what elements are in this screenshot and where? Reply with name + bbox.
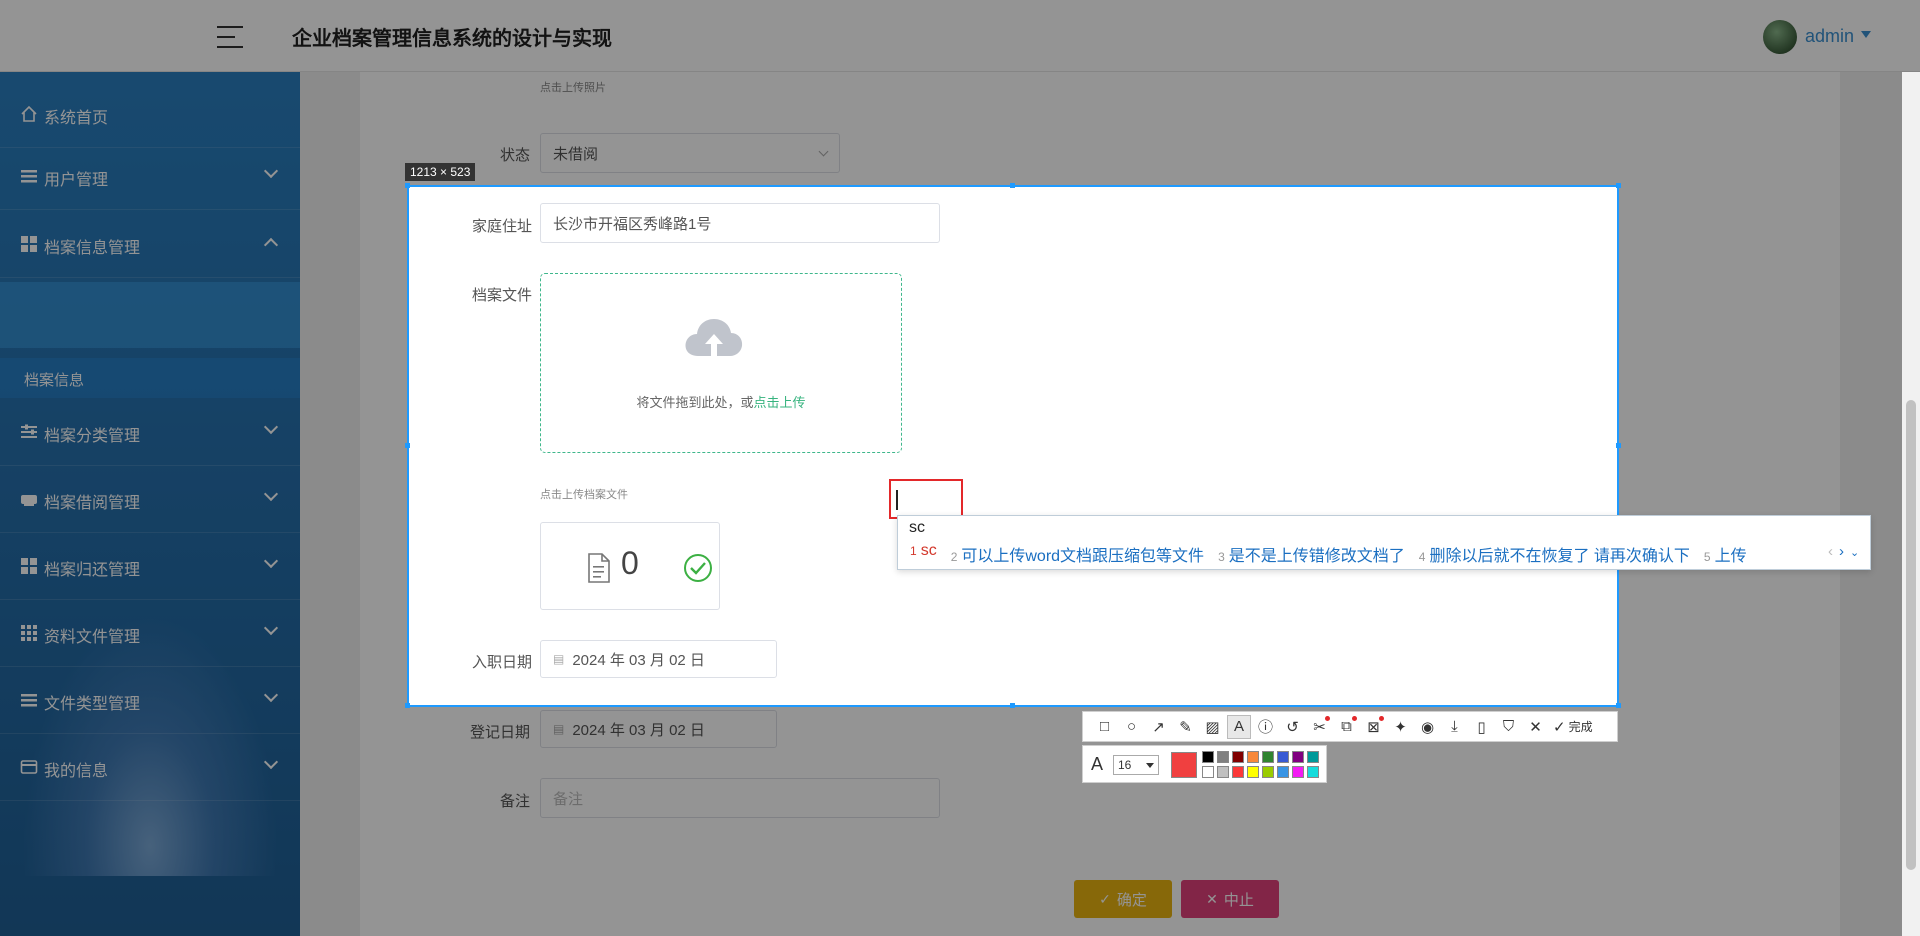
cloud-upload-icon <box>685 319 743 356</box>
scrollbar-thumb[interactable] <box>1906 400 1916 870</box>
color-swatch[interactable] <box>1262 766 1274 778</box>
color-swatch[interactable] <box>1277 751 1289 763</box>
close-icon[interactable]: ✕ <box>1522 711 1549 742</box>
resize-handle[interactable] <box>1616 183 1621 188</box>
caret-down-icon <box>1146 763 1154 768</box>
ime-candidate[interactable]: 5 上传 <box>1704 542 1747 566</box>
chevron-right-icon[interactable]: › <box>1839 543 1850 560</box>
join-date-label: 入职日期 <box>471 654 532 671</box>
address-label: 家庭住址 <box>471 218 532 235</box>
chevron-left-icon[interactable]: ‹ <box>1828 543 1839 560</box>
capture-region[interactable]: 家庭住址 长沙市开福区秀峰路1号 档案文件 将文件拖到此处，或点击上传 点击上传… <box>407 185 1619 707</box>
file-drop-zone[interactable]: 将文件拖到此处，或点击上传 <box>540 273 902 453</box>
color-swatch[interactable] <box>1307 766 1319 778</box>
resize-handle[interactable] <box>1616 443 1621 448</box>
join-date-input[interactable]: ▤ 2024 年 03 月 02 日 <box>540 640 777 678</box>
screenshot-toolbar: □ ○ ↗ ✎ ▨ A ⓘ ↺ ✂ ⧉ ⊠ ✦ ◉ ⤓ ▯ ⛉ ✕ ✓ 完成 <box>1082 711 1618 742</box>
color-swatch[interactable] <box>1202 766 1214 778</box>
color-swatch[interactable] <box>1232 766 1244 778</box>
chevron-down-icon[interactable]: ⌄ <box>1850 547 1865 559</box>
done-button[interactable]: ✓ 完成 <box>1553 718 1593 736</box>
color-swatch[interactable] <box>1292 766 1304 778</box>
ime-candidate[interactable]: 1 sc <box>910 542 937 566</box>
color-swatch[interactable] <box>1217 751 1229 763</box>
archive-upload-hint: 点击上传档案文件 <box>540 489 628 501</box>
ime-candidate[interactable]: 4 删除以后就不在恢复了 请再次确认下 <box>1419 542 1690 566</box>
ime-composition: sc <box>909 519 925 536</box>
calendar-icon: ▤ <box>553 652 565 666</box>
capture-size-label: 1213 × 523 <box>405 163 476 181</box>
text-caret <box>896 490 898 510</box>
file-count: 0 <box>621 545 639 581</box>
file-icon <box>588 553 610 583</box>
font-icon: A <box>1091 754 1104 774</box>
font-size-select[interactable]: 16 <box>1113 755 1159 775</box>
bookmark-icon[interactable]: ⛉ <box>1495 711 1522 742</box>
arrow-tool-icon[interactable]: ↗ <box>1145 711 1172 742</box>
number-tool-icon[interactable]: ⓘ <box>1252 711 1279 742</box>
resize-handle[interactable] <box>1616 703 1621 708</box>
text-style-toolbar: A 16 <box>1082 745 1327 783</box>
color-swatch[interactable] <box>1217 766 1229 778</box>
upload-link[interactable]: 点击上传 <box>754 395 806 410</box>
address-input[interactable]: 长沙市开福区秀峰路1号 <box>540 203 940 243</box>
color-swatch[interactable] <box>1262 751 1274 763</box>
font-size-value: 16 <box>1118 758 1132 772</box>
upload-instruction: 将文件拖到此处，或点击上传 <box>636 395 806 410</box>
ime-candidate[interactable]: 3 是不是上传错修改文档了 <box>1218 542 1405 566</box>
check-icon: ✓ <box>1553 718 1566 736</box>
pin-icon[interactable]: ✦ <box>1387 711 1414 742</box>
pen-tool-icon[interactable]: ✎ <box>1172 711 1199 742</box>
check-circle-icon <box>684 554 712 582</box>
color-swatch[interactable] <box>1232 751 1244 763</box>
undo-icon[interactable]: ↺ <box>1279 711 1306 742</box>
ocr-icon[interactable]: ⊠ <box>1360 711 1387 742</box>
archive-file-label: 档案文件 <box>471 287 532 304</box>
color-swatch[interactable] <box>1277 766 1289 778</box>
ime-page-nav[interactable]: ‹›⌄ <box>1828 543 1865 560</box>
ime-candidate-list: 1 sc 2 可以上传word文档跟压缩包等文件 3 是不是上传错修改文档了 4 删除以… <box>910 542 1761 566</box>
mosaic-tool-icon[interactable]: ▨ <box>1199 711 1226 742</box>
text-tool-icon[interactable]: A <box>1227 714 1251 739</box>
join-date-value: 2024 年 03 月 02 日 <box>572 651 705 669</box>
resize-handle[interactable] <box>405 443 410 448</box>
resize-handle[interactable] <box>405 703 410 708</box>
current-color-swatch[interactable] <box>1171 752 1197 778</box>
record-icon[interactable]: ◉ <box>1414 711 1441 742</box>
color-swatch[interactable] <box>1247 751 1259 763</box>
download-icon[interactable]: ⤓ <box>1441 711 1468 742</box>
done-button-label: 完成 <box>1568 720 1593 734</box>
ime-candidate[interactable]: 2 可以上传word文档跟压缩包等文件 <box>951 542 1204 566</box>
color-swatch[interactable] <box>1247 766 1259 778</box>
color-swatch[interactable] <box>1307 751 1319 763</box>
crop-tool-icon[interactable]: ✂ <box>1306 711 1333 742</box>
address-value: 长沙市开福区秀峰路1号 <box>553 215 712 233</box>
resize-handle[interactable] <box>1010 183 1015 188</box>
translate-icon[interactable]: ⧉ <box>1333 711 1360 742</box>
ime-candidate-window[interactable]: sc 1 sc 2 可以上传word文档跟压缩包等文件 3 是不是上传错修改文档了 4… <box>897 515 1871 570</box>
resize-handle[interactable] <box>1010 703 1015 708</box>
uploaded-file-card[interactable]: 0 <box>540 522 720 610</box>
phone-icon[interactable]: ▯ <box>1468 711 1495 742</box>
resize-handle[interactable] <box>405 183 410 188</box>
color-swatch[interactable] <box>1292 751 1304 763</box>
rectangle-tool-icon[interactable]: □ <box>1091 711 1118 742</box>
text-annotation-box[interactable] <box>889 479 963 519</box>
ellipse-tool-icon[interactable]: ○ <box>1118 711 1145 742</box>
color-swatch[interactable] <box>1202 751 1214 763</box>
